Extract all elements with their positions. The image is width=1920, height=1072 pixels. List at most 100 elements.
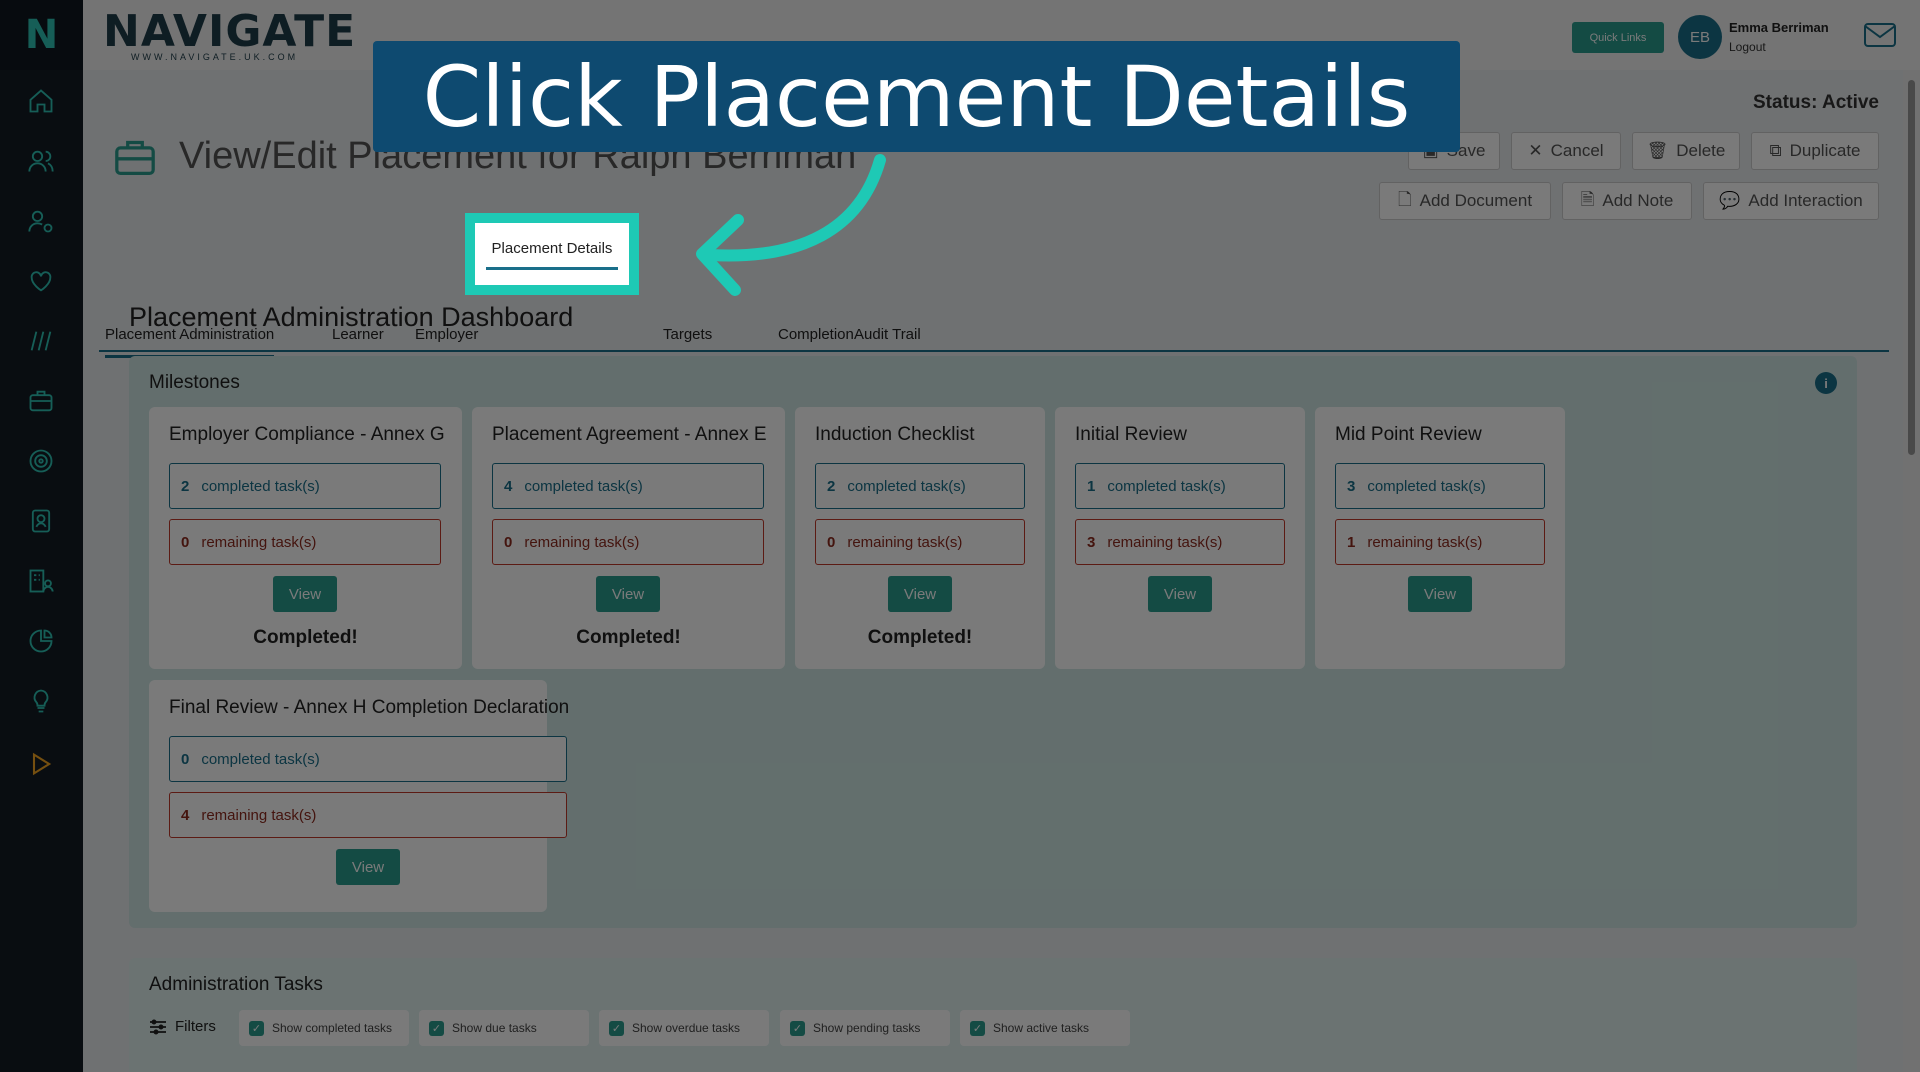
add-note-button[interactable]: 🗎 Add Note xyxy=(1562,182,1692,220)
completed-tasks-box[interactable]: 1 completed task(s) xyxy=(1075,463,1285,509)
milestone-title: Induction Checklist xyxy=(815,424,975,445)
target-icon[interactable] xyxy=(21,441,61,481)
tab-targets[interactable]: Targets xyxy=(663,326,712,343)
mail-icon[interactable] xyxy=(1863,22,1903,52)
remaining-label: remaining task(s) xyxy=(1107,533,1223,551)
milestone-card: Final Review - Annex H Completion Declar… xyxy=(149,680,569,912)
tab-placement-details[interactable]: Placement Details xyxy=(465,213,639,295)
milestones-title: Milestones xyxy=(149,372,240,393)
add-note-label: Add Note xyxy=(1602,191,1674,210)
remaining-tasks-box[interactable]: 0 remaining task(s) xyxy=(492,519,764,565)
view-button[interactable]: View xyxy=(888,576,952,612)
completed-count: 4 xyxy=(504,477,513,495)
remaining-tasks-box[interactable]: 0 remaining task(s) xyxy=(169,519,441,565)
contact-card-icon[interactable] xyxy=(21,501,61,541)
close-icon: ✕ xyxy=(1528,141,1543,160)
completed-status: Completed! xyxy=(253,627,358,648)
view-button[interactable]: View xyxy=(336,849,400,885)
quick-links-button[interactable]: Quick Links xyxy=(1572,22,1664,53)
add-interaction-label: Add Interaction xyxy=(1748,191,1863,210)
remaining-label: remaining task(s) xyxy=(524,533,640,551)
tab-audit-trail[interactable]: Audit Trail xyxy=(854,326,921,343)
completed-tasks-box[interactable]: 0 completed task(s) xyxy=(169,736,567,782)
view-button[interactable]: View xyxy=(1408,576,1472,612)
duplicate-button[interactable]: ⧉ Duplicate xyxy=(1751,132,1879,170)
remaining-tasks-box[interactable]: 0 remaining task(s) xyxy=(815,519,1025,565)
administration-tasks-panel: Administration Tasks Filters ✓ Show compl… xyxy=(129,958,1857,1072)
completed-count: 3 xyxy=(1347,477,1356,495)
play-icon[interactable] xyxy=(21,744,61,784)
building-user-icon[interactable] xyxy=(21,561,61,601)
cancel-button[interactable]: ✕ Cancel xyxy=(1511,132,1621,170)
brand-name: NAVIGATE xyxy=(103,6,357,57)
checkbox-checked-icon[interactable]: ✓ xyxy=(429,1020,444,1036)
view-button[interactable]: View xyxy=(273,576,337,612)
checkbox-checked-icon[interactable]: ✓ xyxy=(970,1020,985,1036)
completed-tasks-box[interactable]: 2 completed task(s) xyxy=(815,463,1025,509)
filter-chip-pending[interactable]: ✓ Show pending tasks xyxy=(780,1010,950,1046)
tab-completion[interactable]: Completion xyxy=(778,326,854,343)
add-document-label: Add Document xyxy=(1419,191,1533,210)
vertical-scrollbar[interactable] xyxy=(1903,70,1920,1072)
user-settings-icon[interactable] xyxy=(21,201,61,241)
brand-logo[interactable]: NAVIGATE WWW.NAVIGATE.UK.COM xyxy=(103,6,357,63)
completed-count: 2 xyxy=(827,477,836,495)
filter-label: Show completed tasks xyxy=(272,1021,393,1035)
administration-tasks-title: Administration Tasks xyxy=(149,974,323,995)
remaining-tasks-box[interactable]: 4 remaining task(s) xyxy=(169,792,567,838)
filters-label: Filters xyxy=(175,1018,216,1035)
remaining-count: 4 xyxy=(181,806,190,824)
filter-chip-completed[interactable]: ✓ Show completed tasks xyxy=(239,1010,409,1046)
completed-label: completed task(s) xyxy=(201,477,320,495)
filter-chip-active[interactable]: ✓ Show active tasks xyxy=(960,1010,1130,1046)
completed-count: 1 xyxy=(1087,477,1096,495)
milestone-card: Initial Review 1 completed task(s) 3 remai… xyxy=(1055,407,1305,669)
filter-label: Show due tasks xyxy=(452,1021,537,1035)
completed-label: completed task(s) xyxy=(201,750,320,768)
milestone-title: Initial Review xyxy=(1075,424,1187,445)
checkbox-checked-icon[interactable]: ✓ xyxy=(249,1020,264,1036)
user-name: Emma Berriman xyxy=(1729,20,1829,35)
completed-tasks-box[interactable]: 3 completed task(s) xyxy=(1335,463,1545,509)
main-content: Status: Active View/Edit Placement for R… xyxy=(83,70,1903,1072)
sliders-icon xyxy=(150,1018,166,1034)
filter-chip-due[interactable]: ✓ Show due tasks xyxy=(419,1010,589,1046)
briefcase-icon[interactable] xyxy=(21,381,61,421)
add-interaction-button[interactable]: 💬 Add Interaction xyxy=(1703,182,1879,220)
milestone-card: Induction Checklist 2 completed task(s) 0… xyxy=(795,407,1045,669)
add-document-button[interactable]: 🗋 Add Document xyxy=(1379,182,1551,220)
checkbox-checked-icon[interactable]: ✓ xyxy=(609,1020,624,1036)
lightbulb-icon[interactable] xyxy=(21,681,61,721)
completed-label: completed task(s) xyxy=(1367,477,1486,495)
sidebar-logo[interactable]: N xyxy=(0,0,83,70)
pie-chart-icon[interactable] xyxy=(21,621,61,661)
milestone-card: Mid Point Review 3 completed task(s) 1 rem… xyxy=(1315,407,1565,669)
view-button[interactable]: View xyxy=(1148,576,1212,612)
heart-icon[interactable] xyxy=(21,261,61,301)
checkbox-checked-icon[interactable]: ✓ xyxy=(790,1020,805,1036)
remaining-tasks-box[interactable]: 1 remaining task(s) xyxy=(1335,519,1545,565)
scrollbar-thumb[interactable] xyxy=(1908,80,1915,455)
logo-letter: N xyxy=(24,12,59,58)
delete-button[interactable]: 🗑 Delete xyxy=(1632,132,1740,170)
avatar[interactable]: EB xyxy=(1678,15,1722,59)
status-label: Status: Active xyxy=(1753,92,1879,113)
users-icon[interactable] xyxy=(21,141,61,181)
completed-status: Completed! xyxy=(867,627,973,648)
filters-button[interactable]: Filters xyxy=(149,1018,216,1035)
milestone-card: Employer Compliance - Annex G 2 completed… xyxy=(149,407,462,669)
completed-tasks-box[interactable]: 2 completed task(s) xyxy=(169,463,441,509)
remaining-tasks-box[interactable]: 3 remaining task(s) xyxy=(1075,519,1285,565)
chat-icon: 💬 xyxy=(1719,191,1741,210)
logout-link[interactable]: Logout xyxy=(1729,40,1766,54)
sidebar: N xyxy=(0,0,83,1072)
completed-label: completed task(s) xyxy=(1107,477,1226,495)
view-button[interactable]: View xyxy=(596,576,660,612)
dashboard-title: Placement Administration Dashboard xyxy=(129,302,574,332)
info-icon[interactable]: i xyxy=(1815,372,1837,394)
filter-chip-overdue[interactable]: ✓ Show overdue tasks xyxy=(599,1010,769,1046)
home-icon[interactable] xyxy=(21,81,61,121)
milestone-title: Placement Agreement - Annex E xyxy=(492,424,767,445)
completed-tasks-box[interactable]: 4 completed task(s) xyxy=(492,463,764,509)
lines-icon[interactable] xyxy=(21,321,61,361)
